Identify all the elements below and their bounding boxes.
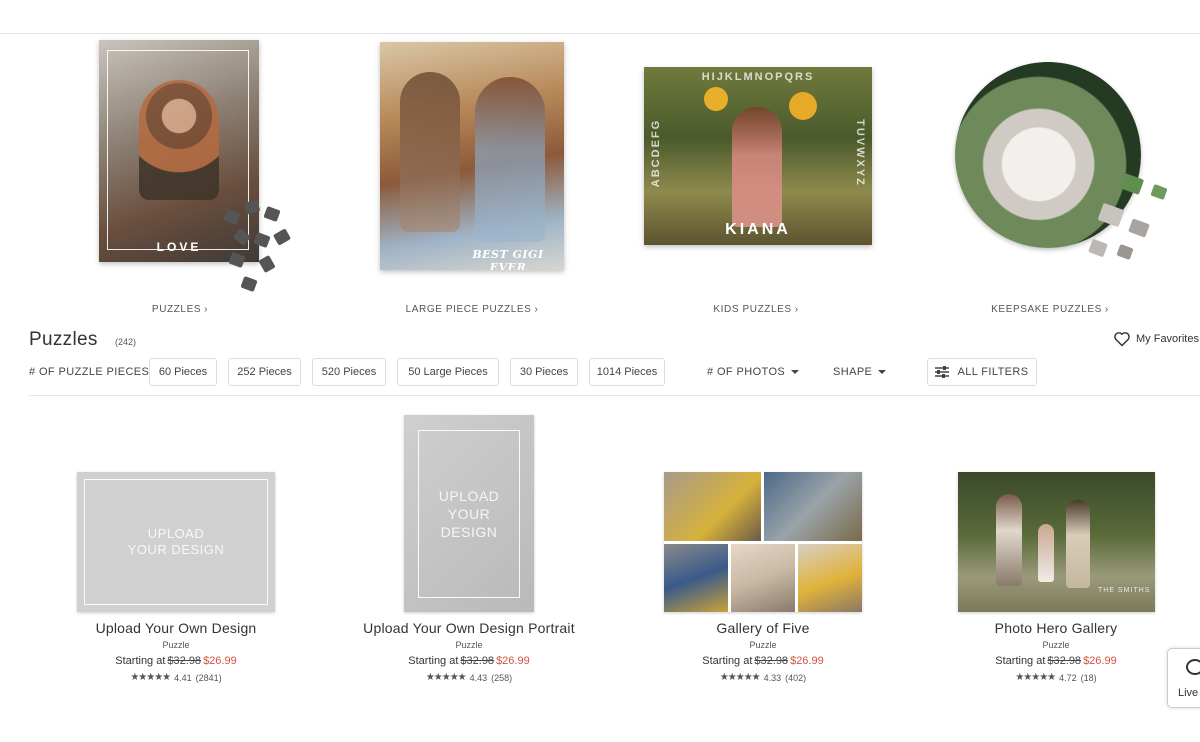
product-type: Puzzle [749,640,777,650]
alphabet-top: HIJKLMNOPQRS [701,71,815,83]
upload-placeholder-text: UPLOAD YOUR DESIGN [127,526,225,557]
product-price: Starting at $32.98 $26.99 [408,655,530,667]
shape-label: SHAPE [833,366,873,378]
category-label-puzzles[interactable]: PUZZLES › [70,304,290,315]
all-filters-button[interactable]: ALL FILTERS [927,358,1037,386]
chevron-right-icon: › [794,304,799,315]
product-price: Starting at $32.98 $26.99 [995,655,1117,667]
product-image: THE SMITHS [958,472,1155,612]
filter-chip-1014-pieces[interactable]: 1014 Pieces [589,358,665,386]
photos-count-label: # OF PHOTOS [707,366,786,378]
product-rating: ★★★★★ 4.43 (258) [425,672,513,683]
my-favorites-link[interactable]: My Favorites [1113,331,1199,347]
photo-caption: KIANA [725,221,791,238]
filter-chip-252-pieces[interactable]: 252 Pieces [228,358,301,386]
product-type: Puzzle [1042,640,1070,650]
caret-down-icon [878,370,887,374]
product-title[interactable]: Photo Hero Gallery [936,620,1176,636]
filter-divider [29,395,1200,396]
product-rating: ★★★★★ 4.33 (402) [719,672,807,683]
category-kids-puzzles[interactable]: HIJKLMNOPQRS ABCDEFG TUVWXYZ KIANA KIDS … [644,36,872,316]
my-favorites-label: My Favorites [1136,333,1199,345]
result-count: (242) [115,337,137,347]
shape-dropdown[interactable]: SHAPE [833,366,887,378]
product-price: Starting at $32.98 $26.99 [115,655,237,667]
category-kids-image: HIJKLMNOPQRS ABCDEFG TUVWXYZ KIANA [644,67,872,245]
star-icon: ★★★★★ [130,672,171,683]
product-title[interactable]: Upload Your Own Design [56,620,296,636]
chat-bubble-icon [1186,659,1200,675]
photo-caption: BEST GIGI EVER [472,248,544,270]
category-puzzles-image: LOVE [99,40,259,262]
puzzle-pieces-filter-label: # OF PUZZLE PIECES [29,366,150,378]
product-image: UPLOAD YOUR DESIGN [77,472,275,612]
product-type: Puzzle [162,640,190,650]
heart-icon [1114,332,1130,347]
category-large-piece-image: BEST GIGI EVER [380,42,564,270]
product-type: Puzzle [455,640,483,650]
filter-chip-30-pieces[interactable]: 30 Pieces [510,358,578,386]
page-title: Puzzles [29,329,98,350]
category-label-large-piece[interactable]: LARGE PIECE PUZZLES › [362,304,582,315]
product-rating: ★★★★★ 4.41 (2841) [130,672,222,683]
photo-caption: THE SMITHS [1098,587,1151,594]
product-image: UPLOAD YOUR DESIGN [404,415,534,612]
all-filters-label: ALL FILTERS [957,366,1029,378]
top-navigation-bar [0,0,1200,34]
alphabet-right: TUVWXYZ [854,119,866,187]
chevron-right-icon: › [204,304,209,315]
star-icon: ★★★★★ [425,672,467,683]
chevron-right-icon: › [534,304,539,315]
chevron-right-icon: › [1104,304,1109,315]
product-price: Starting at $32.98 $26.99 [702,655,824,667]
sliders-icon [935,366,950,378]
filter-chip-50-large-pieces[interactable]: 50 Large Pieces [397,358,499,386]
product-image [664,472,862,612]
live-chat-label: Live [1178,687,1199,699]
upload-placeholder-text: UPLOAD YOUR DESIGN [438,488,500,540]
filter-chip-60-pieces[interactable]: 60 Pieces [149,358,217,386]
category-large-piece-puzzles[interactable]: BEST GIGI EVER LARGE PIECE PUZZLES › [362,36,582,316]
category-label-keepsake[interactable]: KEEPSAKE PUZZLES › [940,304,1160,315]
category-puzzles[interactable]: LOVE PUZZLES › [70,36,292,316]
live-chat-button[interactable]: Live [1167,648,1200,708]
category-keepsake-puzzles[interactable]: KEEPSAKE PUZZLES › [940,36,1168,316]
star-icon: ★★★★★ [719,672,761,683]
filter-chip-520-pieces[interactable]: 520 Pieces [312,358,386,386]
photos-count-dropdown[interactable]: # OF PHOTOS [707,366,800,378]
product-title[interactable]: Upload Your Own Design Portrait [349,620,589,636]
alphabet-left: ABCDEFG [650,118,662,188]
category-label-kids[interactable]: KIDS PUZZLES › [646,304,866,315]
product-title[interactable]: Gallery of Five [643,620,883,636]
star-icon: ★★★★★ [1015,672,1056,683]
caret-down-icon [791,370,800,374]
product-rating: ★★★★★ 4.72 (18) [1015,672,1097,683]
